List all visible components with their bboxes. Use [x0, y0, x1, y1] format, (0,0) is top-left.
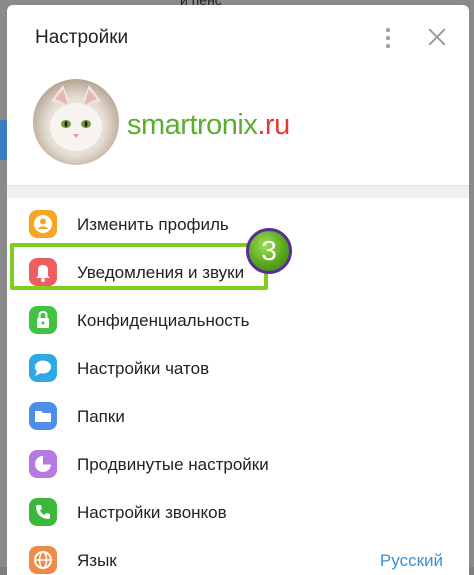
- brand-name: smartronix: [127, 109, 258, 141]
- menu-item-label: Изменить профиль: [77, 215, 229, 234]
- brand-domain: .ru: [257, 109, 290, 141]
- profile-name: smartronix.ru: [127, 109, 290, 142]
- profile-section: smartronix.ru: [7, 71, 469, 185]
- menu-item-label: Конфиденциальность: [77, 311, 250, 330]
- section-divider: [7, 185, 469, 198]
- menu-item-label: Настройки звонков: [77, 503, 227, 522]
- menu-item-edit-profile[interactable]: Изменить профиль: [7, 201, 469, 249]
- highlight-frame: [10, 243, 268, 290]
- settings-panel: Настройки smartronix.ru Изменить профиль…: [7, 5, 469, 575]
- menu-item-advanced-settings[interactable]: Продвинутые настройки: [7, 441, 469, 489]
- page-title: Настройки: [35, 27, 129, 48]
- avatar[interactable]: [33, 79, 119, 165]
- phone-icon: [29, 498, 57, 526]
- folder-icon: [29, 402, 57, 430]
- close-icon[interactable]: [425, 25, 449, 49]
- pie-chart-icon: [29, 450, 57, 478]
- globe-icon: [29, 546, 57, 574]
- language-value: Русский: [379, 551, 443, 570]
- menu-item-label: Продвинутые настройки: [77, 455, 269, 474]
- lock-icon: [29, 306, 57, 334]
- header: Настройки: [7, 5, 469, 71]
- menu-item-language[interactable]: Язык Русский: [7, 537, 469, 575]
- menu-item-call-settings[interactable]: Настройки звонков: [7, 489, 469, 537]
- menu-item-privacy[interactable]: Конфиденциальность: [7, 297, 469, 345]
- menu-item-folders[interactable]: Папки: [7, 393, 469, 441]
- menu-item-label: Папки: [77, 407, 125, 426]
- person-icon: [29, 210, 57, 238]
- more-options-icon[interactable]: [381, 25, 395, 51]
- step-badge: 3: [246, 228, 292, 274]
- chat-bubble-icon: [29, 354, 57, 382]
- menu-item-label: Настройки чатов: [77, 359, 210, 378]
- menu-item-chat-settings[interactable]: Настройки чатов: [7, 345, 469, 393]
- menu-item-label: Язык: [77, 551, 117, 570]
- cat-photo-icon: [50, 85, 102, 151]
